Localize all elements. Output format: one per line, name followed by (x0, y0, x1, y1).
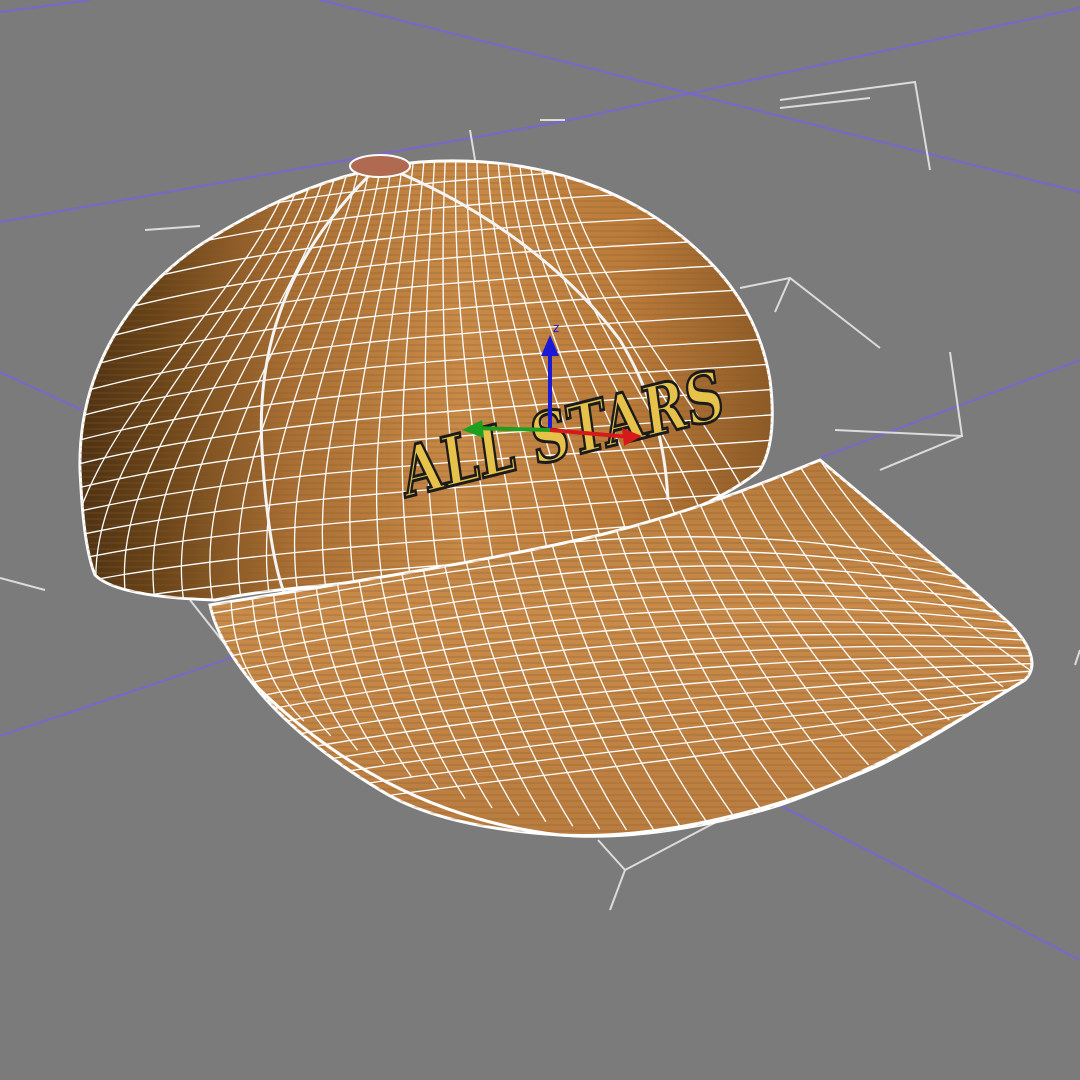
cap-button[interactable] (349, 154, 411, 178)
z-axis-label: z (553, 321, 559, 335)
y-axis[interactable] (471, 426, 551, 432)
viewport-scene[interactable]: ALL STARS z (0, 0, 1080, 1080)
3d-viewport[interactable]: ALL STARS z baseball-cap (0, 0, 1080, 1080)
